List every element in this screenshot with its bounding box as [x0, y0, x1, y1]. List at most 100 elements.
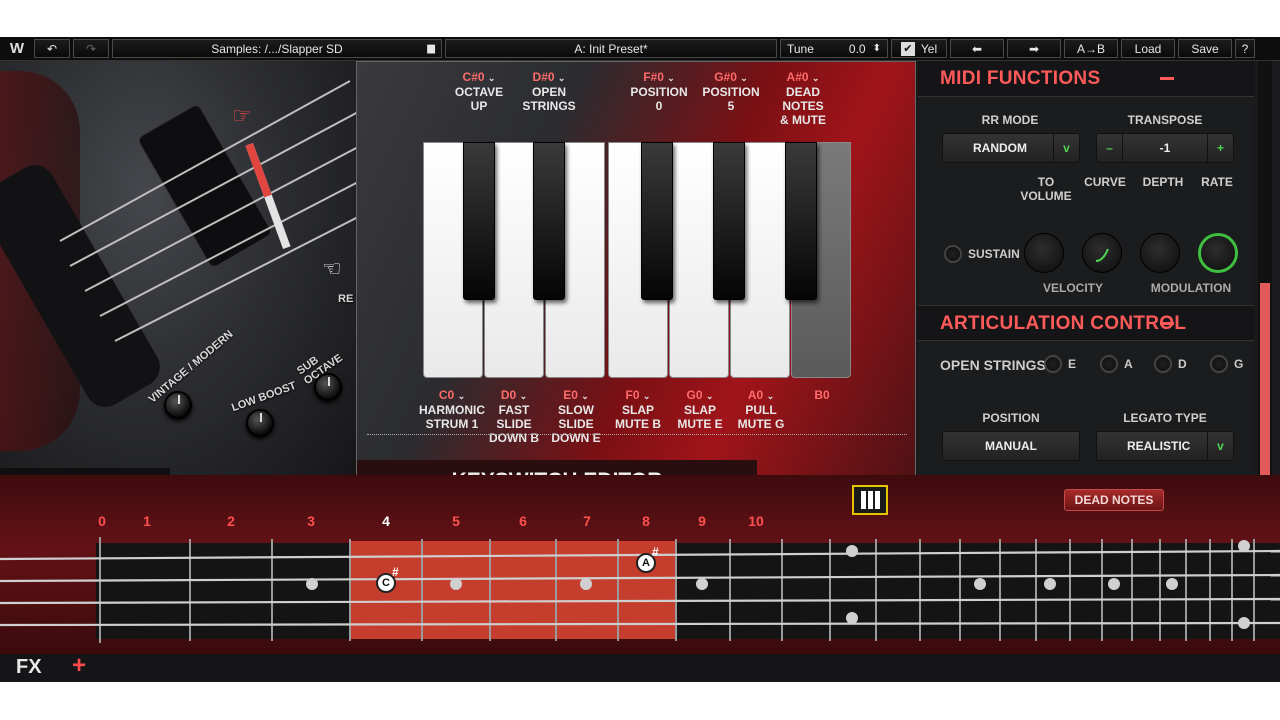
to-volume-knob[interactable] [1024, 233, 1064, 273]
open-string-d-label: D [1178, 357, 1187, 371]
chevron-down-icon[interactable]: ⌄ [667, 73, 675, 83]
chevron-down-icon[interactable]: ⌄ [706, 391, 714, 401]
undo-button[interactable]: ↶ [34, 39, 70, 58]
black-key-a-sharp0[interactable] [785, 142, 817, 300]
fret-number: 1 [143, 513, 151, 529]
black-key-d-sharp0[interactable] [533, 142, 565, 300]
yel-toggle[interactable]: ✔ Yel [891, 39, 947, 58]
scrollbar-thumb[interactable] [1260, 283, 1270, 501]
bass-bridge-graphic: ☞ ☜ [0, 80, 360, 407]
fret-number: 10 [748, 513, 764, 529]
open-string-g-radio[interactable] [1210, 355, 1228, 373]
fx-label: FX [16, 656, 42, 678]
chevron-down-icon[interactable]: v [1053, 134, 1079, 162]
chevron-down-icon[interactable]: ⌄ [812, 73, 820, 83]
rate-knob[interactable] [1198, 233, 1238, 273]
keyboard-icon-key [860, 491, 866, 509]
position-dropdown[interactable]: MANUAL [942, 431, 1080, 461]
chevron-down-icon[interactable]: ⌄ [581, 391, 589, 401]
articulation-control-title: ARTICULATION CONTROL [940, 313, 1187, 334]
chevron-down-icon[interactable]: ⌄ [740, 73, 748, 83]
chevron-down-icon[interactable]: ⌄ [643, 391, 651, 401]
vintage-modern-knob[interactable] [164, 391, 192, 419]
ks-top-dead-notes[interactable]: A#0 ⌄ DEAD NOTES & MUTE [763, 70, 843, 127]
low-boost-knob[interactable] [246, 409, 274, 437]
sustain-radio[interactable] [944, 245, 962, 263]
panel-scrollbar[interactable] [1258, 61, 1272, 503]
add-fx-button[interactable]: + [72, 652, 86, 680]
ks-label-line: 0 [655, 99, 663, 113]
bass-body-panel: ☞ ☜ VINTAGE / MODERN LOW BOOST SUB OCTAV… [0, 61, 360, 501]
ks-bottom-fast-slide[interactable]: D0 ⌄ FAST SLIDE DOWN B [479, 388, 549, 445]
ks-label-line: HARMONIC [419, 403, 485, 417]
save-button[interactable]: Save [1178, 39, 1232, 58]
ks-label-line: NOTES [782, 99, 824, 113]
modulation-group-label: MODULATION [1150, 281, 1232, 295]
slap-hand-icon[interactable]: ☜ [322, 256, 342, 281]
arrow-right-icon: ➡ [1028, 41, 1040, 56]
curve-knob[interactable] [1082, 233, 1122, 273]
legato-type-dropdown[interactable]: REALISTIC v [1096, 431, 1234, 461]
fret-inlay [974, 578, 986, 590]
ks-top-position-5[interactable]: G#0 ⌄ POSITION 5 [691, 70, 771, 113]
fret-number: 5 [452, 513, 460, 529]
chevron-down-icon[interactable]: v [1207, 432, 1233, 460]
collapse-minus-icon[interactable] [1160, 322, 1174, 325]
ks-bottom-slow-slide[interactable]: E0 ⌄ SLOW SLIDE DOWN E [541, 388, 611, 445]
depth-knob[interactable] [1140, 233, 1180, 273]
ks-note: F0 [625, 388, 640, 402]
ks-top-open-strings[interactable]: D#0 ⌄ OPEN STRINGS [509, 70, 589, 113]
chevron-down-icon[interactable]: ⌄ [520, 391, 528, 401]
ab-button[interactable]: A→B [1064, 39, 1118, 58]
keyswitch-editor-toggle-keyboard-icon[interactable] [852, 485, 888, 515]
ks-label-line: MUTE B [615, 417, 661, 431]
ks-bottom-b0[interactable]: B0 [787, 388, 857, 402]
undo-icon: ↶ [46, 41, 58, 56]
folder-icon[interactable]: ▆ [427, 43, 435, 54]
chevron-down-icon[interactable]: ⌄ [488, 73, 496, 83]
open-string-a-radio[interactable] [1100, 355, 1118, 373]
chevron-down-icon[interactable]: ⌄ [767, 391, 775, 401]
ks-top-position-0[interactable]: F#0 ⌄ POSITION 0 [619, 70, 699, 113]
tune-arrows-icon[interactable]: ⬍ [873, 43, 881, 54]
load-button[interactable]: Load [1121, 39, 1175, 58]
ks-label-line: POSITION [630, 85, 688, 99]
black-key-g-sharp0[interactable] [713, 142, 745, 300]
ks-label-line: SLAP [683, 403, 716, 417]
transpose-value: -1 [1159, 141, 1171, 155]
preset-name-field[interactable]: A: Init Preset* [445, 39, 777, 58]
ks-bottom-pull-mute-g[interactable]: A0 ⌄ PULL MUTE G [726, 388, 796, 431]
black-key-c-sharp0[interactable] [463, 142, 495, 300]
ks-label-line: FAST [498, 403, 530, 417]
ks-note: D#0 [532, 70, 555, 84]
dead-notes-button[interactable]: DEAD NOTES [1064, 489, 1164, 511]
ks-top-octave-up[interactable]: C#0 ⌄ OCTAVE UP [439, 70, 519, 113]
open-string-e-radio[interactable] [1044, 355, 1062, 373]
next-preset-button[interactable]: ➡ [1007, 39, 1061, 58]
fret-inlay [846, 612, 858, 624]
pluck-hand-icon[interactable]: ☞ [232, 103, 252, 128]
open-string-d-radio[interactable] [1154, 355, 1172, 373]
chevron-down-icon[interactable]: ⌄ [458, 391, 466, 401]
transpose-minus-button[interactable]: – [1097, 134, 1123, 162]
help-button[interactable]: ? [1235, 39, 1255, 58]
transpose-plus-button[interactable]: + [1207, 134, 1233, 162]
tune-control[interactable]: Tune 0.0 ⬍ [780, 39, 888, 58]
black-key-f-sharp0[interactable] [641, 142, 673, 300]
sample-path-field[interactable]: Samples: /.../Slapper SD ▆ [112, 39, 442, 58]
chevron-down-icon[interactable]: ⌄ [558, 73, 566, 83]
ks-bottom-slap-mute-b[interactable]: F0 ⌄ SLAP MUTE B [603, 388, 673, 431]
ks-label-line: OCTAVE [454, 85, 504, 99]
fx-bar: FX + [0, 652, 1280, 682]
sample-path-text: Samples: /.../Slapper SD [211, 41, 343, 56]
prev-preset-button[interactable]: ⬅ [950, 39, 1004, 58]
redo-button[interactable]: ↷ [73, 39, 109, 58]
keyboard-icon-key [874, 491, 880, 509]
open-strings-label: OPEN STRINGS [940, 357, 1046, 373]
fret-inlay [846, 545, 858, 557]
ks-label-line: UP [470, 99, 488, 113]
rr-mode-dropdown[interactable]: RANDOM v [942, 133, 1080, 163]
collapse-minus-icon[interactable] [1160, 77, 1174, 80]
ks-bottom-slap-mute-e[interactable]: G0 ⌄ SLAP MUTE E [665, 388, 735, 431]
ks-bottom-harmonic[interactable]: C0 ⌄ HARMONIC STRUM 1 [417, 388, 487, 431]
